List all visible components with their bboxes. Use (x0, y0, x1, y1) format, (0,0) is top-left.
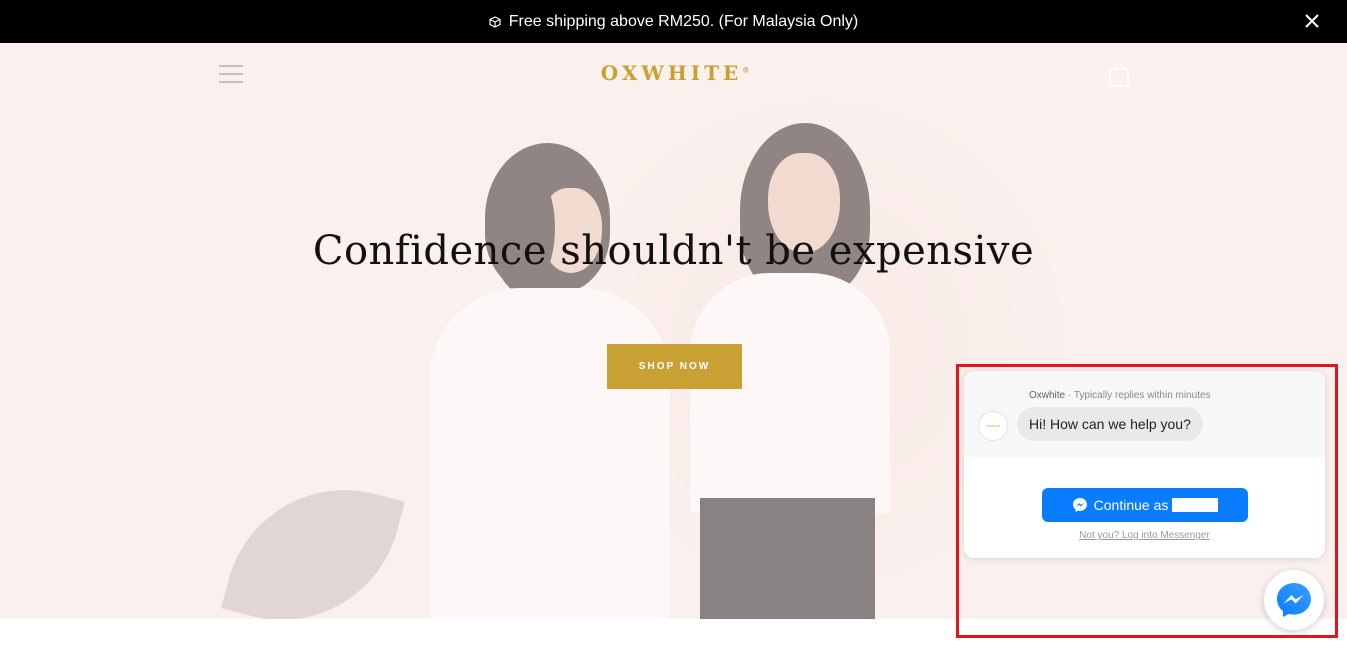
site-header: OXWHITE® (0, 43, 1347, 103)
chat-greeting-bubble: Hi! How can we help you? (1017, 407, 1203, 441)
redacted-user-name (1172, 498, 1219, 512)
shop-now-button[interactable]: SHOP NOW (607, 344, 742, 389)
hamburger-menu-icon[interactable] (219, 65, 243, 83)
messenger-icon (1072, 498, 1087, 512)
continue-as-label: Continue as (1093, 497, 1169, 513)
messenger-icon (1277, 583, 1311, 617)
box-icon (489, 15, 501, 28)
hero-headline: Confidence shouldn't be expensive (312, 228, 1035, 274)
announcement-text: Free shipping above RM250. (For Malaysia… (508, 12, 859, 30)
continue-as-button[interactable]: Continue as (1042, 488, 1248, 522)
chat-avatar: OXWHITE (978, 411, 1008, 441)
shopping-bag-icon[interactable] (1108, 61, 1130, 87)
close-icon[interactable] (1303, 12, 1321, 30)
log-into-messenger-link[interactable]: Not you? Log into Messenger (964, 530, 1325, 541)
chat-meta: Oxwhite · Typically replies within minut… (1029, 390, 1211, 401)
site-logo[interactable]: OXWHITE® (590, 61, 760, 85)
messenger-launcher-button[interactable] (1264, 570, 1324, 630)
messenger-chat-panel: Oxwhite · Typically replies within minut… (964, 371, 1325, 558)
chat-reply-time: · Typically replies within minutes (1065, 390, 1211, 401)
announcement-bar: Free shipping above RM250. (For Malaysia… (0, 0, 1347, 43)
chat-page-name: Oxwhite (1029, 390, 1066, 401)
